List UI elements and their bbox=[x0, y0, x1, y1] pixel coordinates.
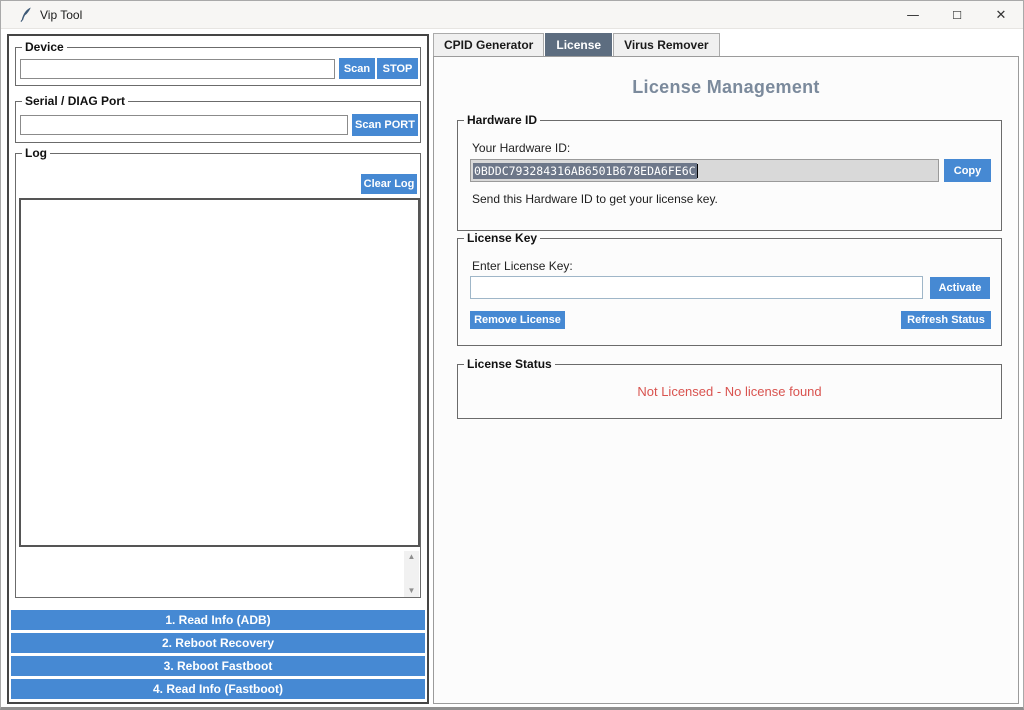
scan-port-button[interactable]: Scan PORT bbox=[352, 114, 418, 136]
scroll-down-icon[interactable]: ▼ bbox=[404, 585, 419, 597]
log-text-area[interactable] bbox=[19, 198, 420, 547]
stop-button[interactable]: STOP bbox=[377, 58, 418, 79]
copy-button[interactable]: Copy bbox=[944, 159, 991, 182]
text-caret bbox=[697, 164, 698, 178]
hardware-id-group-label: Hardware ID bbox=[464, 113, 540, 127]
license-key-input[interactable] bbox=[470, 276, 923, 299]
notebook: CPID Generator License Virus Remover Lic… bbox=[433, 33, 1019, 704]
tab-cpid-generator[interactable]: CPID Generator bbox=[433, 33, 544, 56]
serial-port-groupbox: Serial / DIAG Port Scan PORT bbox=[15, 101, 421, 143]
tab-bar: CPID Generator License Virus Remover bbox=[433, 33, 721, 56]
log-groupbox: Log Clear Log ▲ ▼ bbox=[15, 153, 421, 598]
clear-log-button[interactable]: Clear Log bbox=[361, 174, 417, 194]
license-status-groupbox: License Status Not Licensed - No license… bbox=[457, 364, 1002, 419]
maximize-button[interactable]: ☐ bbox=[935, 1, 979, 29]
close-button[interactable]: ✕ bbox=[979, 1, 1023, 29]
titlebar: Vip Tool — ☐ ✕ bbox=[1, 1, 1023, 29]
hardware-id-field[interactable]: 0BDDC793284316AB6501B678EDA6FE6C bbox=[470, 159, 939, 182]
device-groupbox: Device Scan STOP bbox=[15, 47, 421, 86]
license-status-group-label: License Status bbox=[464, 357, 555, 371]
window-title: Vip Tool bbox=[40, 8, 82, 22]
hardware-id-hint: Send this Hardware ID to get your licens… bbox=[472, 192, 718, 206]
app-feather-icon bbox=[19, 7, 32, 22]
window-controls: — ☐ ✕ bbox=[891, 1, 1023, 29]
reboot-recovery-button[interactable]: 2. Reboot Recovery bbox=[11, 633, 425, 653]
device-input[interactable] bbox=[20, 59, 335, 79]
serial-group-label: Serial / DIAG Port bbox=[22, 94, 128, 108]
page-title: License Management bbox=[434, 77, 1018, 98]
hardware-id-groupbox: Hardware ID Your Hardware ID: 0BDDC79328… bbox=[457, 120, 1002, 231]
license-key-groupbox: License Key Enter License Key: Activate … bbox=[457, 238, 1002, 346]
app-window: Vip Tool — ☐ ✕ Device Scan STOP Serial /… bbox=[0, 0, 1024, 710]
serial-port-input[interactable] bbox=[20, 115, 348, 135]
read-info-adb-button[interactable]: 1. Read Info (ADB) bbox=[11, 610, 425, 630]
log-group-label: Log bbox=[22, 146, 50, 160]
license-status-text: Not Licensed - No license found bbox=[637, 384, 821, 399]
hardware-id-field-label: Your Hardware ID: bbox=[472, 141, 570, 155]
action-buttons: 1. Read Info (ADB) 2. Reboot Recovery 3.… bbox=[11, 610, 425, 699]
log-secondary-area: ▲ ▼ bbox=[19, 551, 420, 597]
remove-license-button[interactable]: Remove License bbox=[470, 311, 565, 329]
license-key-field-label: Enter License Key: bbox=[472, 259, 573, 273]
hardware-id-value: 0BDDC793284316AB6501B678EDA6FE6C bbox=[473, 163, 697, 179]
reboot-fastboot-button[interactable]: 3. Reboot Fastboot bbox=[11, 656, 425, 676]
device-group-label: Device bbox=[22, 40, 67, 54]
left-panel: Device Scan STOP Serial / DIAG Port Scan… bbox=[7, 34, 429, 704]
read-info-fastboot-button[interactable]: 4. Read Info (Fastboot) bbox=[11, 679, 425, 699]
license-key-group-label: License Key bbox=[464, 231, 540, 245]
refresh-status-button[interactable]: Refresh Status bbox=[901, 311, 991, 329]
log-scrollbar[interactable]: ▲ ▼ bbox=[404, 551, 419, 597]
scan-button[interactable]: Scan bbox=[339, 58, 375, 79]
tab-license[interactable]: License bbox=[545, 33, 612, 56]
tab-virus-remover[interactable]: Virus Remover bbox=[613, 33, 720, 56]
activate-button[interactable]: Activate bbox=[930, 277, 990, 299]
license-tab-pane: License Management Hardware ID Your Hard… bbox=[433, 56, 1019, 704]
scroll-up-icon[interactable]: ▲ bbox=[404, 551, 419, 563]
minimize-button[interactable]: — bbox=[891, 1, 935, 29]
